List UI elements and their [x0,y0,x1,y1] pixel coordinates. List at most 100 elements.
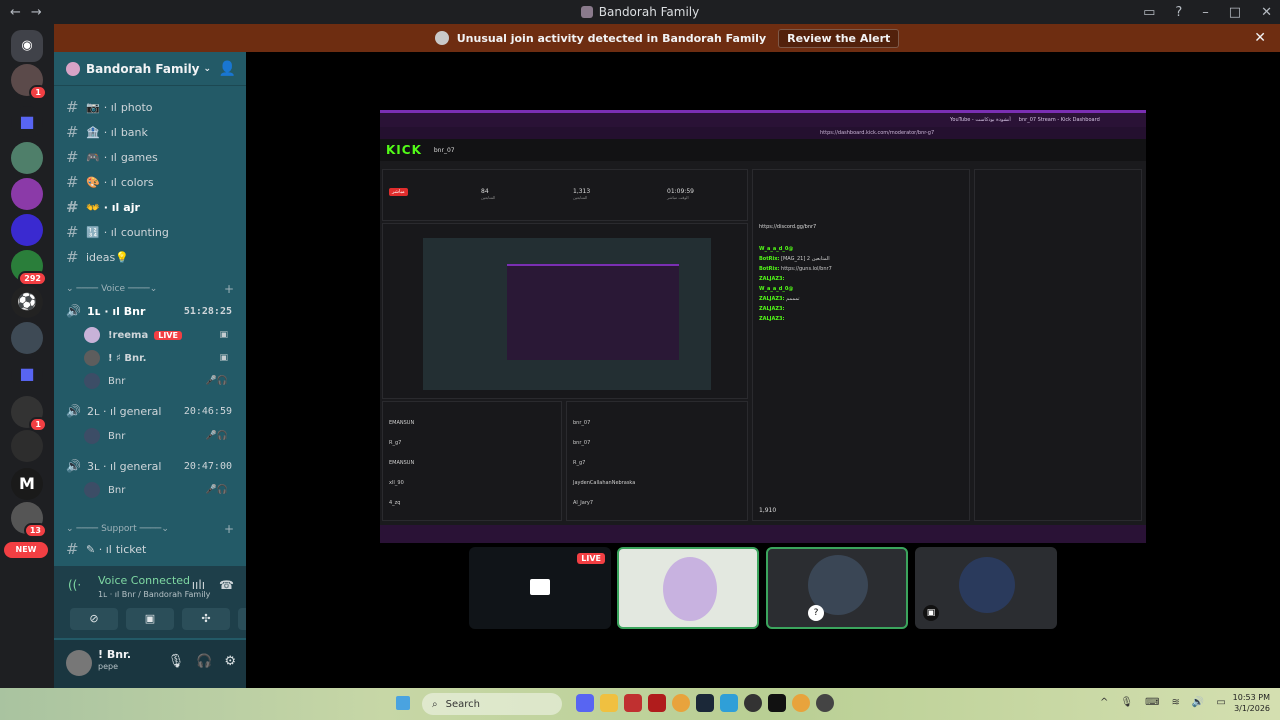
window-title: Bandorah Family [0,5,1280,19]
hash-icon: # [66,148,79,166]
disconnect-icon[interactable]: ☎ [219,578,234,592]
avatar [84,327,100,343]
back-arrow-icon[interactable]: ← [10,5,21,20]
help-icon[interactable]: ? [1175,5,1182,20]
participant-tile[interactable]: ▣ [915,547,1057,629]
noise-suppression-icon[interactable]: ıılı [192,578,205,592]
channel-bank[interactable]: # 🏦 · ıl bank [62,121,238,143]
folder-icon[interactable]: ■ [11,106,43,138]
server-icon[interactable] [11,430,43,462]
server-icon[interactable]: 13 [11,502,47,538]
voice-user[interactable]: Bnr 🎤🎧 [84,480,234,500]
wifi-icon[interactable]: ≋ [1172,697,1180,708]
file-explorer-icon[interactable] [600,694,618,712]
chrome-icon[interactable] [672,694,690,712]
new-badge[interactable]: NEW [4,542,48,558]
forward-arrow-icon[interactable]: → [31,5,42,20]
chevron-up-icon[interactable]: ^ [1100,697,1108,708]
minimize-button[interactable]: – [1202,5,1209,20]
category-voice[interactable]: ⌄ ──── Voice ────⌄ + [66,282,234,296]
voice-user[interactable]: Bnr 🎤🎧 [84,371,234,391]
microphone-icon[interactable]: 🎙 [168,654,185,669]
voice-channel-general-2[interactable]: 🔊 3ʟ · ıl general 20:47:00 [62,455,238,477]
steam-icon[interactable] [696,694,714,712]
avatar[interactable] [66,650,92,676]
stream-info-panel: مباشر 84 المتابعين 1,313 المتابعين 01:09:5… [382,169,748,221]
channel-ajr[interactable]: # 👐 · ıl ajr [62,196,238,218]
server-header[interactable]: Bandorah Family ⌄ 👤 [54,52,246,86]
participant-tile[interactable] [617,547,759,629]
voice-channel-bnr[interactable]: 🔊 1ʟ · ıl Bnr 51:28:25 [62,300,238,322]
server-icon[interactable] [11,142,43,174]
screen-share-icon: ▣ [219,330,228,340]
username[interactable]: ! Bnr. [98,648,131,661]
stream-view[interactable]: YouTube - أنشودة بودكاست bnr_07 Stream -… [380,110,1146,543]
close-window-button[interactable]: ✕ [1261,5,1272,20]
headphones-icon[interactable]: 🎧 [196,654,212,669]
maximize-button[interactable]: □ [1229,5,1241,20]
server-icon[interactable] [11,178,43,210]
discord-icon[interactable] [576,694,594,712]
app-icon[interactable] [720,694,738,712]
search-icon: ⌕ [432,698,438,710]
battery-icon[interactable]: ▭ [1216,697,1225,708]
channel-colors[interactable]: # 🎨 · ıl colors [62,171,238,193]
stream-tile[interactable]: LIVE [469,547,611,629]
folder-icon[interactable]: ■ [11,358,43,390]
participant-tile[interactable]: ? [766,547,908,629]
server-rail: ◉ 1 ■ 292 ⚽ ■ 1 M 13 NEW [0,24,54,688]
app-icon[interactable] [816,694,834,712]
server-icon[interactable]: M [11,468,43,500]
subs-panel: bnr_07 bnr_07 R_g7 JaydenCallahanNebrask… [566,401,748,521]
hash-icon: # [66,540,79,558]
microphone-icon[interactable]: 🎙 [1120,697,1133,708]
close-icon[interactable]: ✕ [1254,30,1266,46]
signal-icon[interactable]: ((· [68,578,81,592]
volume-icon[interactable]: 🔊 [1192,697,1204,708]
avatar [84,482,100,498]
keyboard-layout-icon[interactable]: ⌨ [1145,697,1159,708]
voice-status[interactable]: Voice Connected [98,574,190,587]
server-icon[interactable] [11,214,43,246]
chat-panel: https://discord.gg/bnr7 W_a_a_d_0@ BotRi… [752,169,970,521]
channel-photo[interactable]: # 📷 · ıl photo [62,96,238,118]
add-channel-icon[interactable]: + [224,522,234,536]
voice-user[interactable]: Bnr 🎤🎧 [84,426,234,446]
search-box[interactable]: ⌕ Search [422,693,562,715]
voice-channel-general[interactable]: 🔊 2ʟ · ıl general 20:46:59 [62,400,238,422]
activities-button[interactable]: ✣ [182,608,230,630]
app-icon[interactable] [624,694,642,712]
server-icon[interactable]: 292 [11,250,47,286]
server-icon[interactable]: ⚽ [11,286,43,318]
app-icon[interactable] [744,694,762,712]
kick-channel: bnr_07 [433,146,455,154]
channel-ideas[interactable]: # ideas 💡 [62,246,238,268]
terminal-icon[interactable] [768,694,786,712]
browser-url: https://dashboard.kick.com/moderator/bnr… [380,127,1146,139]
inbox-icon[interactable]: ▭ [1143,5,1155,20]
widgets-icon[interactable] [396,696,410,710]
chrome-icon[interactable] [792,694,810,712]
channel-games[interactable]: # 🎮 · ıl games [62,146,238,168]
clock[interactable]: 10:53 PM 3/1/2026 [1233,692,1270,714]
server-icon [66,61,80,76]
hash-icon: # [66,223,79,241]
server-icon[interactable]: 1 [11,64,47,100]
server-icon[interactable]: 1 [11,396,47,432]
taskbar-apps [576,694,834,712]
server-icon[interactable] [11,322,43,354]
channel-ticket[interactable]: # ✎ · ıl ticket [62,538,238,560]
app-icon[interactable] [648,694,666,712]
discord-home-icon[interactable]: ◉ [11,30,43,62]
gear-icon[interactable]: ⚙ [224,654,236,669]
category-support[interactable]: ⌄ ──── Support ────⌄ + [66,522,234,536]
add-channel-icon[interactable]: + [224,282,234,296]
question-icon: ? [808,605,824,621]
screen-share-button[interactable]: ▣ [126,608,174,630]
invite-people-icon[interactable]: 👤 [219,61,236,77]
voice-user[interactable]: ! ♯ Bnr. ▣ [84,348,234,368]
review-alert-button[interactable]: Review the Alert [778,28,900,48]
camera-toggle-button[interactable]: ⊘ [70,608,118,630]
channel-counting[interactable]: # 🔢 · ıl counting [62,221,238,243]
voice-user[interactable]: !reema LIVE ▣ [84,325,234,345]
